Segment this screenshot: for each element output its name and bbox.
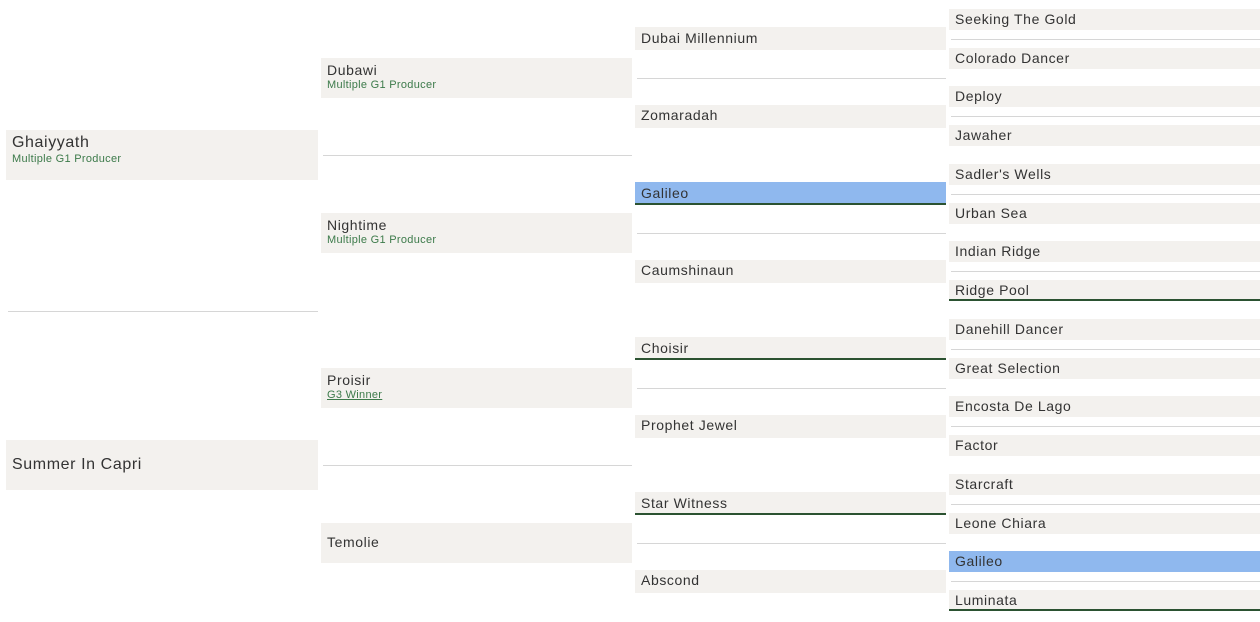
pedigree-chart: Ghaiyyath Multiple G1 Producer Dubawi Multi…	[0, 0, 1260, 622]
horse-name: Galileo	[955, 553, 1003, 570]
horse-proisir[interactable]: Proisir G3 Winner	[321, 367, 632, 408]
horse-prophet-jewel[interactable]: Prophet Jewel	[635, 414, 946, 438]
horse-name: Deploy	[955, 88, 1003, 105]
horse-name: Dubai Millennium	[641, 29, 758, 46]
horse-name: Zomaradah	[641, 107, 718, 124]
horse-temolie[interactable]: Temolie	[321, 522, 632, 563]
row-separator	[8, 311, 318, 312]
row-separator	[323, 465, 632, 466]
horse-caumshinaun[interactable]: Caumshinaun	[635, 259, 946, 283]
row-separator	[951, 194, 1260, 195]
horse-achievement-note: Multiple G1 Producer	[327, 233, 437, 246]
horse-encosta-de-lago[interactable]: Encosta De Lago	[949, 396, 1260, 418]
horse-choisir[interactable]: Choisir	[635, 337, 946, 361]
horse-seeking-the-gold[interactable]: Seeking The Gold	[949, 8, 1260, 30]
horse-name: Colorado Dancer	[955, 49, 1070, 66]
row-separator	[637, 78, 946, 79]
row-separator	[951, 426, 1260, 427]
horse-name: Ghaiyyath	[12, 134, 90, 151]
row-separator	[323, 155, 632, 156]
horse-name: Jawaher	[955, 127, 1013, 144]
horse-leone-chiara[interactable]: Leone Chiara	[949, 512, 1260, 534]
horse-dubawi[interactable]: Dubawi Multiple G1 Producer	[321, 57, 632, 98]
horse-name: Urban Sea	[955, 204, 1028, 221]
row-separator	[951, 271, 1260, 272]
horse-name: Star Witness	[641, 494, 728, 511]
horse-achievement-note: Multiple G1 Producer	[327, 78, 437, 91]
horse-name: Dubawi	[327, 61, 378, 78]
row-separator	[637, 543, 946, 544]
horse-achievement-note: Multiple G1 Producer	[12, 153, 122, 165]
row-separator	[637, 388, 946, 389]
horse-name: Prophet Jewel	[641, 417, 738, 434]
horse-luminata[interactable]: Luminata	[949, 590, 1260, 612]
horse-zomaradah[interactable]: Zomaradah	[635, 104, 946, 128]
horse-name: Nightime	[327, 216, 388, 233]
horse-name: Caumshinaun	[641, 262, 734, 279]
horse-name: Seeking The Gold	[955, 10, 1077, 27]
horse-name: Luminata	[955, 592, 1018, 609]
row-separator	[951, 349, 1260, 350]
horse-abscond[interactable]: Abscond	[635, 569, 946, 593]
horse-name: Great Selection	[955, 359, 1061, 376]
horse-urban-sea[interactable]: Urban Sea	[949, 202, 1260, 224]
horse-name: Encosta De Lago	[955, 398, 1072, 415]
horse-name: Galileo	[641, 184, 689, 201]
horse-colorado-dancer[interactable]: Colorado Dancer	[949, 47, 1260, 69]
horse-name: Temolie	[327, 533, 380, 550]
horse-name: Ridge Pool	[955, 282, 1030, 299]
horse-name: Summer In Capri	[12, 456, 142, 473]
horse-achievement-note: G3 Winner	[327, 388, 383, 401]
row-separator	[951, 581, 1260, 582]
row-separator	[951, 504, 1260, 505]
horse-name: Abscond	[641, 572, 700, 589]
horse-sadler-s-wells[interactable]: Sadler's Wells	[949, 163, 1260, 185]
horse-danehill-dancer[interactable]: Danehill Dancer	[949, 318, 1260, 340]
row-separator	[951, 39, 1260, 40]
horse-name: Danehill Dancer	[955, 320, 1064, 337]
horse-name: Factor	[955, 437, 999, 454]
horse-galileo[interactable]: Galileo	[949, 551, 1260, 573]
horse-galileo[interactable]: Galileo	[635, 182, 946, 206]
horse-name: Sadler's Wells	[955, 165, 1052, 182]
horse-name: Leone Chiara	[955, 514, 1047, 531]
horse-jawaher[interactable]: Jawaher	[949, 125, 1260, 147]
horse-summer-in-capri[interactable]: Summer In Capri	[6, 440, 318, 490]
horse-great-selection[interactable]: Great Selection	[949, 357, 1260, 379]
horse-star-witness[interactable]: Star Witness	[635, 492, 946, 516]
horse-name: Choisir	[641, 339, 689, 356]
horse-dubai-millennium[interactable]: Dubai Millennium	[635, 27, 946, 51]
horse-nightime[interactable]: Nightime Multiple G1 Producer	[321, 212, 632, 253]
horse-name: Indian Ridge	[955, 243, 1041, 260]
horse-name: Proisir	[327, 371, 371, 388]
horse-factor[interactable]: Factor	[949, 435, 1260, 457]
horse-ridge-pool[interactable]: Ridge Pool	[949, 280, 1260, 302]
horse-starcraft[interactable]: Starcraft	[949, 473, 1260, 495]
horse-indian-ridge[interactable]: Indian Ridge	[949, 241, 1260, 263]
horse-name: Starcraft	[955, 475, 1014, 492]
horse-ghaiyyath[interactable]: Ghaiyyath Multiple G1 Producer	[6, 130, 318, 180]
row-separator	[637, 233, 946, 234]
horse-deploy[interactable]: Deploy	[949, 86, 1260, 108]
row-separator	[951, 116, 1260, 117]
